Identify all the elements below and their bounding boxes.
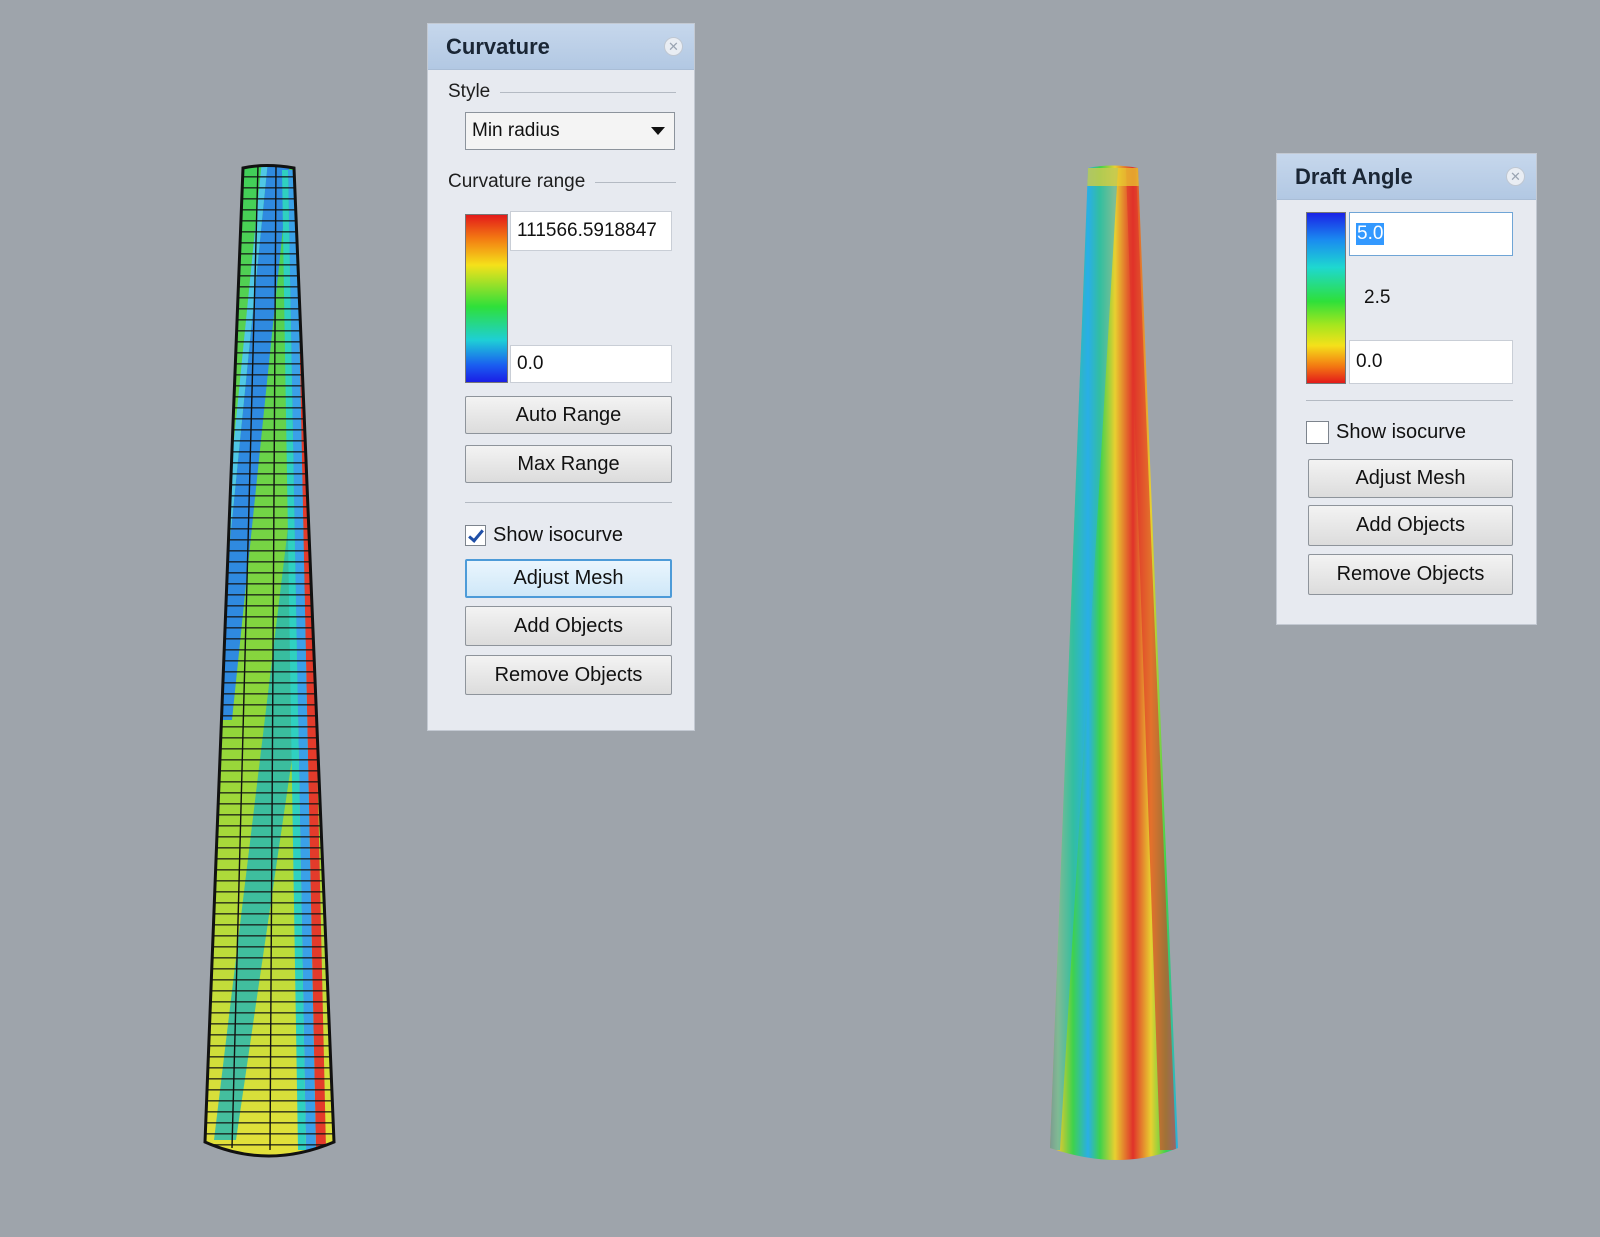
draft-show-isocurve[interactable]: Show isocurve [1306, 421, 1466, 444]
draft-max-value: 5.0 [1356, 223, 1385, 245]
draft-isocurve-label: Show isocurve [1336, 421, 1467, 443]
curvature-min-field[interactable]: 0.0 [510, 345, 672, 383]
curvature-isocurve-label: Show isocurve [493, 524, 624, 546]
curvature-add-objects-button[interactable]: Add Objects [465, 606, 672, 646]
curvature-min-value: 0.0 [517, 353, 544, 374]
draft-remove-objects-button[interactable]: Remove Objects [1308, 554, 1513, 595]
close-icon[interactable]: ✕ [1506, 167, 1525, 186]
draft-isocurve-checkbox[interactable] [1306, 421, 1329, 444]
curvature-panel: Curvature ✕ Style Min radius Curvature r… [427, 23, 695, 731]
curvature-panel-header[interactable]: Curvature ✕ [428, 24, 694, 70]
curvature-isocurve-checkbox[interactable] [465, 525, 486, 546]
curvature-show-isocurve[interactable]: Show isocurve [465, 524, 623, 547]
curvature-range-label: Curvature range [448, 171, 586, 192]
style-dropdown[interactable]: Min radius [465, 112, 675, 150]
draft-angle-panel-title: Draft Angle [1295, 163, 1413, 189]
tower-right-model[interactable] [1040, 150, 1190, 1180]
max-range-button[interactable]: Max Range [465, 445, 672, 483]
draft-mid-value: 2.5 [1364, 287, 1391, 308]
curvature-panel-divider [465, 502, 672, 503]
draft-min-field[interactable]: 0.0 [1349, 340, 1513, 384]
tower-left-model[interactable] [190, 150, 350, 1180]
draft-min-value: 0.0 [1356, 351, 1383, 372]
draft-add-objects-button[interactable]: Add Objects [1308, 505, 1513, 546]
draft-panel-divider [1306, 400, 1513, 401]
curvature-max-value: 111566.5918847 [517, 220, 657, 241]
style-label: Style [448, 81, 491, 102]
chevron-down-icon [651, 127, 665, 135]
draft-color-scale [1306, 212, 1346, 384]
auto-range-button[interactable]: Auto Range [465, 396, 672, 434]
curvature-remove-objects-button[interactable]: Remove Objects [465, 655, 672, 695]
curvature-max-field[interactable]: 111566.5918847 [510, 211, 672, 251]
style-section-label: Style [448, 81, 676, 103]
draft-angle-panel-header[interactable]: Draft Angle ✕ [1277, 154, 1536, 200]
close-icon[interactable]: ✕ [664, 37, 683, 56]
range-section-label: Curvature range [448, 171, 676, 193]
curvature-color-scale [465, 214, 508, 383]
style-dropdown-value: Min radius [472, 120, 560, 141]
range-divider [595, 181, 676, 183]
draft-adjust-mesh-button[interactable]: Adjust Mesh [1308, 459, 1513, 498]
draft-max-field[interactable]: 5.0 [1349, 212, 1513, 256]
curvature-panel-title: Curvature [446, 33, 550, 59]
style-divider [500, 91, 676, 93]
draft-angle-panel: Draft Angle ✕ 5.0 2.5 0.0 Show isocurve … [1276, 153, 1537, 625]
curvature-adjust-mesh-button[interactable]: Adjust Mesh [465, 559, 672, 598]
